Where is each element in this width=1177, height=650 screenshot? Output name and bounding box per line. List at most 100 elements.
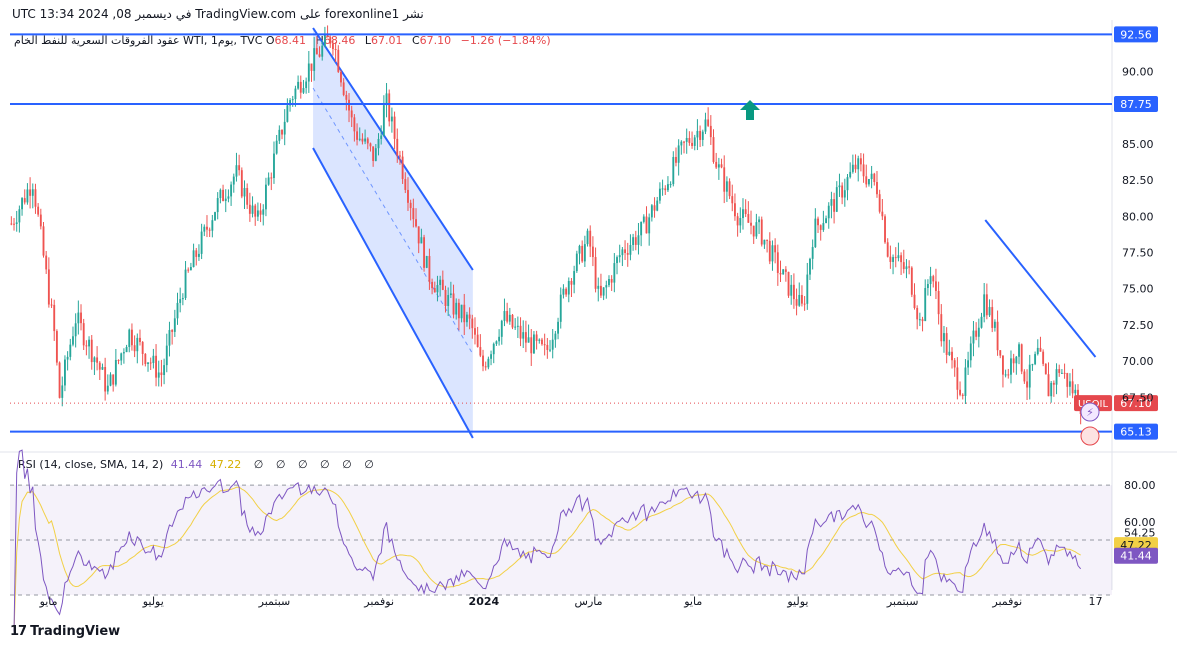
candle-body bbox=[31, 189, 34, 196]
candle-body bbox=[329, 37, 332, 44]
candle-body bbox=[881, 211, 884, 217]
candle-body bbox=[66, 356, 69, 360]
candle-body bbox=[444, 289, 447, 306]
candle-body bbox=[58, 362, 61, 398]
candle-body bbox=[364, 138, 367, 142]
candle-body bbox=[704, 119, 707, 132]
candle-body bbox=[632, 237, 635, 245]
candle-body bbox=[302, 88, 305, 93]
candle-body bbox=[1036, 347, 1039, 355]
candle-body bbox=[299, 81, 302, 93]
candle-body bbox=[262, 209, 265, 215]
candle-body bbox=[586, 230, 589, 245]
candle-body bbox=[736, 216, 739, 226]
candle-body bbox=[699, 130, 702, 140]
candle-body bbox=[307, 63, 310, 82]
candle-body bbox=[859, 158, 862, 165]
candle-body bbox=[26, 189, 29, 203]
candle-body bbox=[937, 290, 940, 315]
candle-body bbox=[742, 209, 744, 219]
candle-body bbox=[37, 206, 40, 215]
candle-body bbox=[980, 316, 983, 328]
candle-body bbox=[256, 210, 259, 217]
candle-body bbox=[771, 245, 774, 262]
candle-body bbox=[608, 279, 610, 286]
candle-body bbox=[441, 279, 444, 290]
candle-body bbox=[1060, 372, 1063, 374]
candle-body bbox=[817, 218, 819, 226]
candle-body bbox=[69, 344, 72, 357]
candle-body bbox=[573, 271, 576, 285]
candle-body bbox=[503, 311, 506, 321]
candle-body bbox=[862, 164, 865, 177]
candle-body bbox=[251, 205, 254, 214]
candle-body bbox=[886, 242, 889, 257]
candle-body bbox=[53, 304, 56, 332]
candle-body bbox=[198, 253, 200, 257]
candle-body bbox=[353, 117, 356, 132]
candle-body bbox=[305, 81, 308, 89]
candle-body bbox=[940, 314, 943, 342]
candle-body bbox=[889, 256, 892, 262]
candle-body bbox=[230, 184, 233, 197]
candle-body bbox=[270, 177, 273, 179]
candle-body bbox=[964, 367, 967, 396]
candle-body bbox=[500, 320, 503, 337]
candle-body bbox=[393, 116, 396, 139]
candle-body bbox=[471, 318, 474, 329]
candle-body bbox=[214, 212, 216, 221]
candle-body bbox=[29, 189, 32, 196]
candle-body bbox=[315, 48, 318, 55]
candle-body bbox=[591, 246, 594, 258]
candle-body bbox=[147, 362, 149, 364]
candle-body bbox=[1020, 344, 1023, 372]
candle-body bbox=[1058, 369, 1061, 373]
candle-body bbox=[594, 257, 597, 289]
candle-body bbox=[696, 130, 699, 138]
candle-body bbox=[1052, 382, 1055, 385]
candle-body bbox=[21, 198, 23, 210]
price-tick-0: 90.00 bbox=[1122, 65, 1154, 78]
candle-body bbox=[171, 330, 174, 332]
candle-body bbox=[64, 359, 66, 386]
annotations: ⚡ bbox=[740, 100, 1100, 446]
candle-body bbox=[152, 355, 155, 363]
candle-body bbox=[999, 350, 1002, 356]
candle-body bbox=[1071, 381, 1074, 394]
candle-body bbox=[208, 229, 211, 231]
price-chart[interactable]: 92.5687.7565.13USOIL67.10 ⚡ 80.0060.0054… bbox=[0, 0, 1177, 650]
candle-body bbox=[238, 165, 241, 171]
time-tick-9: نوفمبر bbox=[991, 595, 1022, 608]
candle-body bbox=[709, 125, 712, 138]
candle-body bbox=[490, 354, 492, 359]
candle-body bbox=[870, 173, 873, 180]
candle-body bbox=[953, 360, 956, 368]
candle-body bbox=[23, 198, 26, 203]
flag-icon bbox=[1080, 426, 1100, 446]
candle-body bbox=[345, 94, 348, 100]
candle-body bbox=[755, 222, 758, 237]
tradingview-logo[interactable]: 17 TradingView bbox=[10, 624, 120, 639]
candle-body bbox=[1074, 389, 1077, 394]
candle-body bbox=[112, 374, 115, 385]
candle-body bbox=[487, 358, 490, 368]
candle-body bbox=[843, 190, 846, 198]
candle-body bbox=[983, 294, 986, 317]
candle-body bbox=[200, 231, 203, 254]
candle-body bbox=[15, 222, 18, 225]
candle-body bbox=[18, 209, 21, 223]
candle-body bbox=[559, 294, 562, 322]
candle-body bbox=[868, 179, 870, 185]
candle-body bbox=[474, 328, 476, 335]
candle-body bbox=[991, 307, 994, 328]
candle-body bbox=[452, 293, 455, 315]
candle-body bbox=[273, 153, 275, 179]
candle-body bbox=[350, 110, 353, 118]
candle-body bbox=[254, 205, 257, 217]
price-tick-2: 82.50 bbox=[1122, 174, 1154, 187]
candle-body bbox=[98, 362, 101, 370]
candle-body bbox=[707, 119, 710, 126]
candle-body bbox=[80, 312, 82, 324]
candle-body bbox=[546, 344, 549, 350]
level-label-2: 65.13 bbox=[1120, 426, 1152, 439]
